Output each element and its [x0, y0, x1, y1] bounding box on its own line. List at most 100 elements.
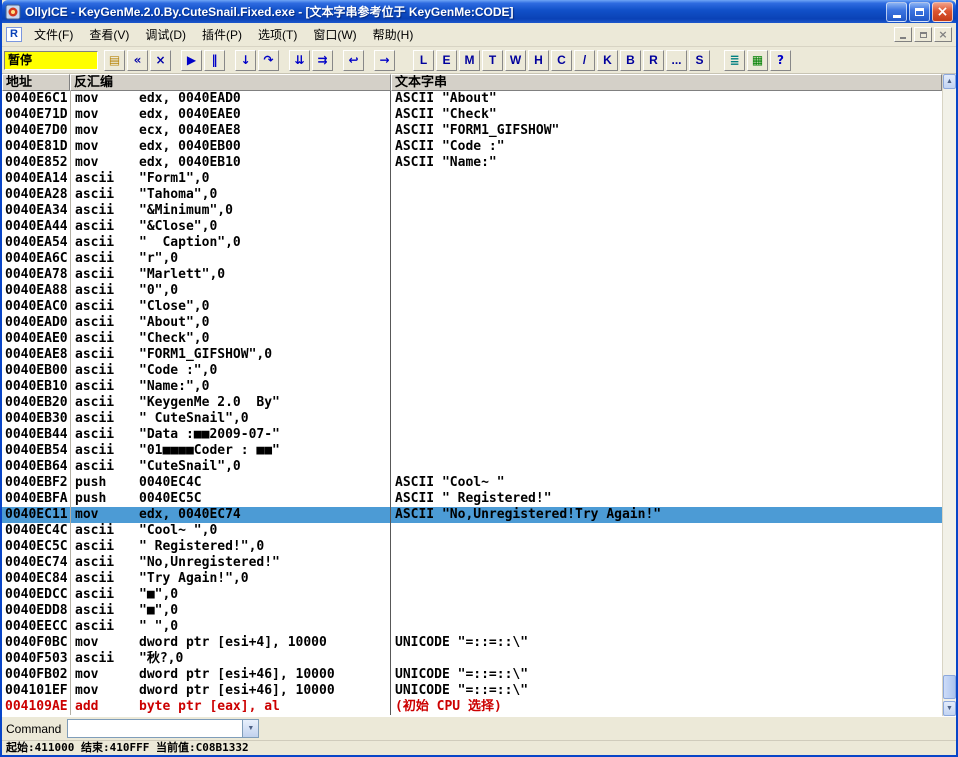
cpu-button[interactable]: C [551, 49, 572, 71]
run-button[interactable]: ▶ [181, 49, 202, 71]
table-row[interactable]: 0040EC74 ascii "No,Unregistered!" [2, 555, 942, 571]
table-row[interactable]: 0040EAE0 ascii "Check",0 [2, 331, 942, 347]
table-row[interactable]: 0040EAE8 ascii "FORM1_GIFSHOW",0 [2, 347, 942, 363]
table-row[interactable]: 0040EAD0 ascii "About",0 [2, 315, 942, 331]
table-row[interactable]: 0040EDCC ascii "■",0 [2, 587, 942, 603]
table-row[interactable]: 0040E6C1 mov edx, 0040EAD0 ASCII "About" [2, 91, 942, 107]
breakpoints-button[interactable]: B [620, 49, 641, 71]
command-dropdown-button[interactable]: ▼ [242, 720, 259, 737]
row-address: 0040EA14 [5, 171, 68, 186]
table-row[interactable]: 0040E7D0 mov ecx, 0040EAE8 ASCII "FORM1_GIF… [2, 123, 942, 139]
table-row[interactable]: 0040EB20 ascii "KeygenMe 2.0 By" [2, 395, 942, 411]
scrollbar-track[interactable] [943, 89, 956, 701]
column-header-disassembly[interactable]: 反汇编 [70, 74, 391, 91]
table-row[interactable]: 0040EA44 ascii "&Close",0 [2, 219, 942, 235]
table-row[interactable]: 0040EAC0 ascii "Close",0 [2, 299, 942, 315]
table-row[interactable]: 0040EA88 ascii "0",0 [2, 283, 942, 299]
run-trace-button[interactable]: ... [666, 49, 687, 71]
memory-map-button[interactable]: M [459, 49, 480, 71]
menu-window[interactable]: 窗口(W) [305, 23, 364, 46]
table-row[interactable]: 004101EF mov dword ptr [esi+46], 10000 UNIC… [2, 683, 942, 699]
table-row[interactable]: 0040F503 ascii "秋?,0 [2, 651, 942, 667]
row-disassembly: mov edx, 0040EC74 [70, 507, 391, 523]
menu-options[interactable]: 选项(T) [250, 23, 305, 46]
table-row[interactable]: 0040EA78 ascii "Marlett",0 [2, 267, 942, 283]
appearance-button[interactable]: ▦ [747, 49, 768, 71]
mdi-child-icon[interactable]: R [6, 27, 22, 42]
scrollbar-thumb[interactable] [943, 675, 956, 699]
row-disassembly: ascii "Close",0 [70, 299, 391, 315]
child-restore-button[interactable] [914, 27, 932, 42]
executables-button[interactable]: E [436, 49, 457, 71]
patches-button[interactable]: / [574, 49, 595, 71]
close-button[interactable]: × [932, 1, 953, 22]
menu-help[interactable]: 帮助(H) [365, 23, 422, 46]
trace-over-button[interactable]: ⇉ [312, 49, 333, 71]
table-row[interactable]: 0040EB00 ascii "Code :",0 [2, 363, 942, 379]
table-row[interactable]: 004109AE add byte ptr [eax], al (初始 CPU 选择) [2, 699, 942, 715]
table-row[interactable]: 0040EA6C ascii "r",0 [2, 251, 942, 267]
pause-button[interactable]: ‖ [204, 49, 225, 71]
column-header-address[interactable]: 地址 [2, 74, 70, 91]
close-program-button[interactable]: × [150, 49, 171, 71]
step-over-button[interactable]: ↷ [258, 49, 279, 71]
help-button[interactable]: ? [770, 49, 791, 71]
step-into-button[interactable]: ↓ [235, 49, 256, 71]
trace-into-icon: ⇊ [294, 53, 305, 67]
table-row[interactable]: 0040EB54 ascii "01■■■■Coder : ■■" [2, 443, 942, 459]
child-minimize-button[interactable] [894, 27, 912, 42]
vertical-scrollbar[interactable]: ▲ ▼ [942, 74, 956, 716]
scroll-down-button[interactable]: ▼ [943, 701, 956, 716]
open-button[interactable]: ▤ [104, 49, 125, 71]
table-row[interactable]: 0040EB10 ascii "Name:",0 [2, 379, 942, 395]
table-row[interactable]: 0040E71D mov edx, 0040EAE0 ASCII "Check" [2, 107, 942, 123]
table-row[interactable]: 0040EBFA push 0040EC5C ASCII " Registered!" [2, 491, 942, 507]
restore-button[interactable] [909, 1, 930, 22]
menu-debug[interactable]: 调试(D) [137, 23, 194, 46]
restart-button[interactable]: « [127, 49, 148, 71]
title-bar[interactable]: OllyICE - KeyGenMe.2.0.By.CuteSnail.Fixe… [2, 0, 956, 23]
table-row[interactable]: 0040EDD8 ascii "■",0 [2, 603, 942, 619]
command-input[interactable] [68, 720, 243, 737]
table-row[interactable]: 0040E852 mov edx, 0040EB10 ASCII "Name:" [2, 155, 942, 171]
trace-into-button[interactable]: ⇊ [289, 49, 310, 71]
minimize-button[interactable] [886, 1, 907, 22]
windows-button[interactable]: W [505, 49, 526, 71]
table-row[interactable]: 0040EBF2 push 0040EC4C ASCII "Cool~ " [2, 475, 942, 491]
menu-plugins[interactable]: 插件(P) [194, 23, 250, 46]
options-button[interactable]: ≣ [724, 49, 745, 71]
child-close-button[interactable]: × [934, 27, 952, 42]
table-row[interactable]: 0040EB64 ascii "CuteSnail",0 [2, 459, 942, 475]
row-address: 0040F0BC [5, 635, 68, 650]
goto-address-icon: → [379, 53, 390, 67]
menu-file[interactable]: 文件(F) [26, 23, 81, 46]
menu-view[interactable]: 查看(V) [81, 23, 137, 46]
table-row[interactable]: 0040EA34 ascii "&Minimum",0 [2, 203, 942, 219]
row-address: 0040EA34 [5, 203, 68, 218]
table-row[interactable]: 0040FB02 mov dword ptr [esi+46], 10000 UNIC… [2, 667, 942, 683]
table-row[interactable]: 0040EB30 ascii " CuteSnail",0 [2, 411, 942, 427]
row-text-string: ASCII "Cool~ " [395, 475, 505, 490]
table-row[interactable]: 0040EC84 ascii "Try Again!",0 [2, 571, 942, 587]
table-row[interactable]: 0040EECC ascii " ",0 [2, 619, 942, 635]
scroll-up-button[interactable]: ▲ [943, 74, 956, 89]
table-row[interactable]: 0040E81D mov edx, 0040EB00 ASCII "Code :" [2, 139, 942, 155]
row-disassembly: ascii "Tahoma",0 [70, 187, 391, 203]
table-row[interactable]: 0040EA28 ascii "Tahoma",0 [2, 187, 942, 203]
table-row[interactable]: 0040EC4C ascii "Cool~ ",0 [2, 523, 942, 539]
handles-button[interactable]: H [528, 49, 549, 71]
source-button[interactable]: S [689, 49, 710, 71]
table-row[interactable]: 0040EA14 ascii "Form1",0 [2, 171, 942, 187]
references-button[interactable]: R [643, 49, 664, 71]
log-window-button[interactable]: L [413, 49, 434, 71]
table-row[interactable]: 0040EC11 mov edx, 0040EC74 ASCII "No,Unregi… [2, 507, 942, 523]
threads-button[interactable]: T [482, 49, 503, 71]
table-row[interactable]: 0040EA54 ascii " Caption",0 [2, 235, 942, 251]
execute-till-return-button[interactable]: ↩ [343, 49, 364, 71]
table-row[interactable]: 0040EC5C ascii " Registered!",0 [2, 539, 942, 555]
table-row[interactable]: 0040F0BC mov dword ptr [esi+4], 10000 UNICO… [2, 635, 942, 651]
goto-address-button[interactable]: → [374, 49, 395, 71]
column-header-text-string[interactable]: 文本字串 [391, 74, 942, 91]
table-row[interactable]: 0040EB44 ascii "Data :■■2009-07-" [2, 427, 942, 443]
call-stack-button[interactable]: K [597, 49, 618, 71]
